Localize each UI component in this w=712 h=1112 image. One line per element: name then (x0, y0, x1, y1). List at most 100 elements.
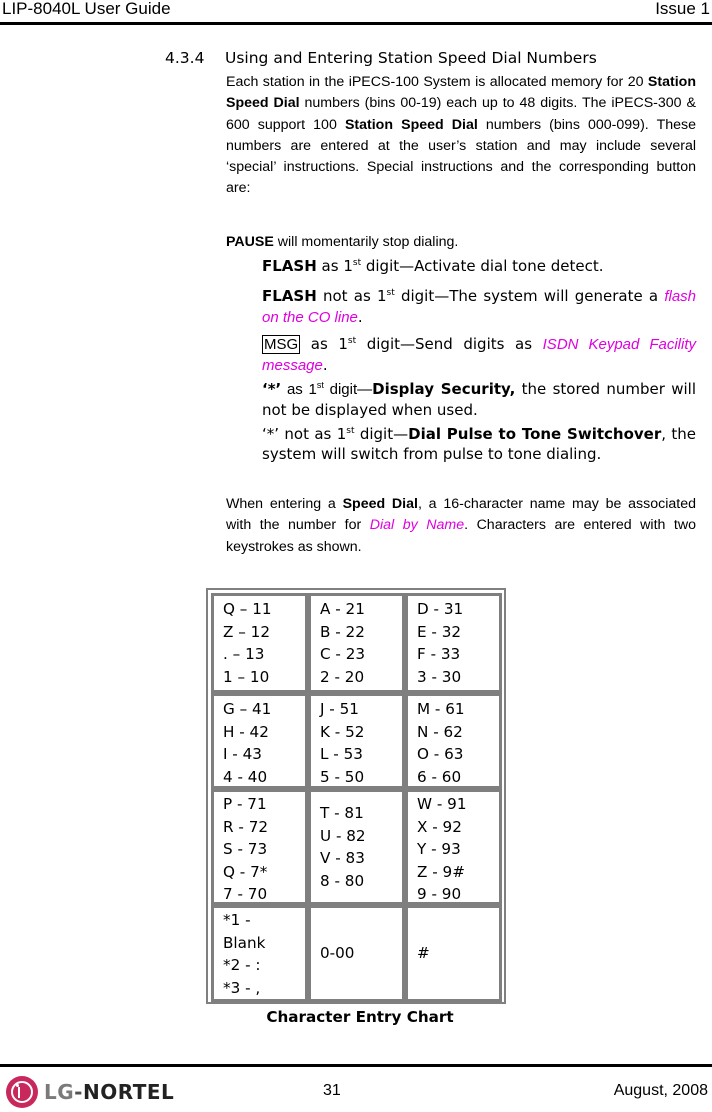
item-text: as 1 (300, 335, 348, 353)
display-security-label: Display Security, (372, 380, 516, 398)
cell-line: A - 21 (320, 600, 365, 618)
cell-line: *2 - : (223, 956, 261, 974)
cell-line: *1 - (223, 911, 251, 929)
item-text: not as 1 (279, 425, 347, 443)
cell-line: T - 81 (320, 804, 364, 822)
cell-line: J - 51 (320, 700, 359, 718)
ordinal-sup: st (352, 258, 362, 268)
cell-line: 9 - 90 (417, 885, 462, 903)
intro-paragraph: Each station in the iPECS-100 System is … (226, 72, 696, 200)
cell-line: 5 - 50 (320, 767, 365, 786)
cell-line: Z - 9# (417, 862, 465, 881)
item-text: . (322, 356, 328, 374)
instruction-star-first: ‘*’ as 1st digit—Display Security, the s… (262, 379, 696, 420)
item-text: digit—Send digits as (356, 335, 543, 353)
cell-line: . – 13 (223, 645, 265, 663)
speed-dial-bold: Speed Dial (342, 496, 418, 512)
cell-line: G – 41 (223, 700, 272, 718)
logo-lg: LG (44, 1080, 75, 1104)
cell-content: 0-00 (320, 942, 400, 965)
cell-content: D - 31 E - 32 F - 33 3 - 30 (417, 598, 497, 688)
instruction-flash-not-first: FLASH not as 1st digit—The system will g… (262, 286, 696, 328)
star-key: ‘*’ (262, 425, 280, 443)
cell-content: P - 71 R - 72 S - 73 Q - 7* 7 - 70 (223, 793, 303, 906)
ordinal-sup: st (386, 288, 395, 298)
cell-line: Blank (223, 933, 266, 952)
logo-dash: - (74, 1080, 83, 1104)
cell-line: 0-00 (320, 944, 355, 963)
pulse-to-tone-label: Dial Pulse to Tone Switchover (408, 425, 662, 443)
cell-line: R - 72 (223, 817, 269, 836)
page-number: 31 (323, 1082, 341, 1099)
section-title: Using and Entering Station Speed Dial Nu… (225, 49, 597, 67)
cell-line: 2 - 20 (320, 667, 365, 686)
document-title: LIP-8040L User Guide (2, 0, 171, 18)
cell-line: H - 42 (223, 722, 269, 741)
instruction-flash-first: FLASH as 1st digit—Activate dial tone de… (262, 256, 696, 276)
cell-line: Q – 11 (223, 600, 272, 618)
cell-line: L - 53 (320, 745, 363, 763)
table-cell: W - 91 X - 92 Y - 93 Z - 9# 9 - 90 (405, 789, 502, 905)
cell-line: Y - 93 (417, 840, 461, 858)
cell-line: F - 33 (417, 645, 461, 663)
cell-line: M - 61 (417, 700, 465, 718)
cell-content: J - 51 K - 52 L - 53 5 - 50 (320, 698, 400, 788)
dial-by-name-link[interactable]: Dial by Name (370, 517, 464, 533)
cell-line: P - 71 (223, 795, 267, 813)
page-footer: LG-NORTEL 31 August, 2008 (0, 1064, 712, 1112)
cell-line: # (417, 944, 430, 963)
table-cell: 0-00 (308, 905, 405, 1002)
table-cell: # (405, 905, 502, 1002)
cell-line: Z – 12 (223, 622, 270, 641)
cell-line: B - 22 (320, 622, 365, 641)
table-cell: T - 81 U - 82 V - 83 8 - 80 (308, 789, 405, 905)
section-heading: 4.3.4 Using and Entering Station Speed Di… (165, 48, 597, 68)
para-text: When entering a (226, 496, 343, 512)
instruction-star-not-first: ‘*’ not as 1st digit—Dial Pulse to Tone … (262, 424, 696, 464)
flash-keyword: FLASH (262, 257, 317, 275)
logo-wordmark: LG-NORTEL (44, 1080, 174, 1104)
cell-line: O - 63 (417, 745, 464, 763)
lg-face-icon (6, 1076, 38, 1108)
cell-content: M - 61 N - 62 O - 63 6 - 60 (417, 698, 497, 788)
cell-line: D - 31 (417, 600, 464, 618)
item-text: as 1 (316, 257, 353, 275)
table-cell: D - 31 E - 32 F - 33 3 - 30 (405, 593, 502, 693)
cell-line: 8 - 80 (320, 871, 365, 890)
item-text: digit—The system will generate a (394, 287, 665, 305)
instruction-msg-first: MSG as 1st digit—Send digits as ISDN Key… (262, 334, 696, 376)
item-text: not as 1 (316, 287, 387, 305)
item-text: digit— (323, 381, 373, 398)
pause-instruction: PAUSE will momentarily stop dialing. (226, 232, 696, 253)
cell-line: C - 23 (320, 645, 366, 663)
cell-line: S - 73 (223, 840, 268, 858)
page-header: LIP-8040L User Guide Issue 1 (0, 0, 712, 25)
item-text: digit—Activate dial tone detect. (361, 257, 604, 275)
item-text: digit— (354, 425, 409, 443)
ordinal-sup: st (347, 336, 357, 346)
section-number: 4.3.4 (165, 49, 205, 67)
cell-line: K - 52 (320, 722, 365, 741)
cell-line: Q - 7* (223, 862, 268, 881)
cell-line: N - 62 (417, 722, 463, 741)
table-cell: Q – 11 Z – 12 . – 13 1 – 10 (211, 593, 308, 693)
cell-line: 7 - 70 (223, 885, 268, 903)
flash-keyword: FLASH (262, 287, 317, 305)
msg-button-icon: MSG (262, 335, 301, 354)
star-key: ‘*’ (262, 380, 282, 398)
table-cell: P - 71 R - 72 S - 73 Q - 7* 7 - 70 (211, 789, 308, 905)
table-caption: Character Entry Chart (266, 1008, 454, 1026)
table-cell: G – 41 H - 42 I - 43 4 - 40 (211, 693, 308, 789)
table-cell: A - 21 B - 22 C - 23 2 - 20 (308, 593, 405, 693)
cell-line: *3 - , (223, 978, 261, 997)
intro-bold-2: Station Speed Dial (344, 116, 478, 133)
table-cell: M - 61 N - 62 O - 63 6 - 60 (405, 693, 502, 789)
cell-line: E - 32 (417, 622, 462, 641)
footer-date: August, 2008 (613, 1082, 708, 1099)
lg-nortel-logo: LG-NORTEL (6, 1076, 174, 1108)
cell-content: T - 81 U - 82 V - 83 8 - 80 (320, 802, 400, 892)
ordinal-sup: st (316, 380, 324, 390)
cell-line: 3 - 30 (417, 667, 462, 686)
cell-line: 1 – 10 (223, 667, 270, 686)
pause-text: will momentarily stop dialing. (273, 234, 459, 250)
